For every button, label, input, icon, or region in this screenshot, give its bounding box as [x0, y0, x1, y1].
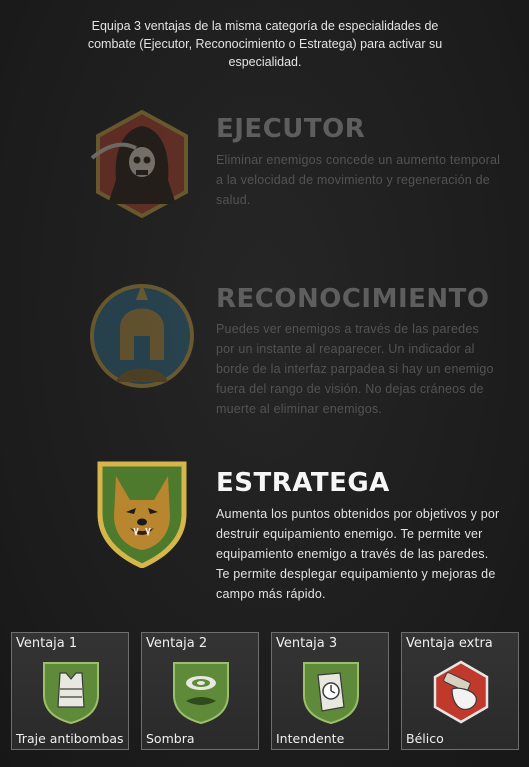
spartan-helmet-icon: [90, 284, 194, 388]
specialty-description: Puedes ver enemigos a través de las pare…: [216, 322, 494, 416]
specialty-description: Eliminar enemigos concede un aumento tem…: [216, 153, 501, 207]
specialty-title: RECONOCIMIENTO: [216, 284, 490, 314]
intro-text: Equipa 3 ventajas de la misma categoría …: [87, 19, 443, 69]
specialty-title: ESTRATEGA: [216, 468, 390, 498]
perk-slot-2[interactable]: Ventaja 2 Sombra: [141, 632, 259, 750]
wolf-dog-icon: [97, 461, 187, 568]
perk-slot-1[interactable]: Ventaja 1 Traje antibombas: [11, 632, 129, 750]
perk-slots: Ventaja 1 Traje antibombas Ventaja 2 Som…: [11, 632, 521, 752]
perk-name: Sombra: [146, 731, 195, 746]
perk-name: Intendente: [276, 731, 345, 746]
perk-slot-label: Ventaja 2: [146, 636, 208, 651]
grenade-hand-icon: [433, 660, 489, 724]
perk-slot-label: Ventaja 3: [276, 636, 338, 651]
perk-slot-extra[interactable]: Ventaja extra Bélico: [401, 632, 519, 750]
perk-name: Bélico: [406, 731, 444, 746]
perk-slot-3[interactable]: Ventaja 3 Intendente: [271, 632, 389, 750]
glove-clock-icon: [303, 662, 359, 725]
vest-icon: [43, 662, 99, 725]
reaper-icon: [90, 109, 188, 219]
perk-name: Traje antibombas: [16, 731, 124, 746]
specialty-title: EJECUTOR: [216, 114, 366, 144]
shadow-icon: [173, 662, 229, 725]
specialty-description: Aumenta los puntos obtenidos por objetiv…: [216, 507, 500, 601]
perk-slot-label: Ventaja 1: [16, 636, 78, 651]
perk-slot-label: Ventaja extra: [406, 636, 493, 651]
